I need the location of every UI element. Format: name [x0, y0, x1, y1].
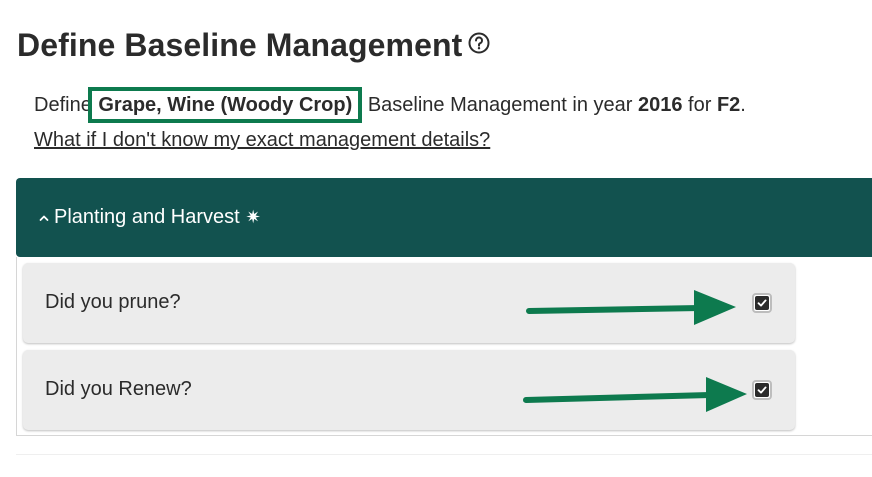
- page-title: Define Baseline Management: [17, 27, 463, 63]
- intro-for: for: [682, 94, 717, 116]
- intro-year: 2016: [638, 94, 683, 116]
- intro-text: Define Grape, Wine (Woody Crop) Baseline…: [34, 87, 746, 123]
- checkmark-icon: [755, 296, 769, 310]
- management-help-link[interactable]: What if I don't know my exact management…: [34, 129, 490, 152]
- checkmark-icon: [755, 383, 769, 397]
- prune-checkbox[interactable]: [752, 293, 772, 313]
- intro-suffix: .: [740, 94, 746, 116]
- section-header-planting-harvest[interactable]: Planting and Harvest ✷: [16, 178, 872, 257]
- chevron-up-icon: [38, 212, 50, 224]
- divider: [16, 454, 872, 455]
- crop-name-highlight: Grape, Wine (Woody Crop): [88, 87, 363, 123]
- page: Define Baseline Management Define Grape,…: [0, 0, 872, 477]
- title-row: Define Baseline Management: [17, 27, 490, 64]
- star-icon: ✷: [245, 207, 261, 227]
- question-label: Did you prune?: [45, 291, 181, 313]
- question-label: Did you Renew?: [45, 378, 192, 400]
- section-label: Planting and Harvest: [54, 206, 240, 228]
- question-card-prune: Did you prune?: [23, 263, 795, 343]
- intro-middle: Baseline Management in year: [362, 94, 638, 116]
- help-circle-icon[interactable]: [468, 32, 490, 54]
- intro-field: F2: [716, 94, 741, 116]
- renew-checkbox[interactable]: [752, 380, 772, 400]
- question-card-renew: Did you Renew?: [23, 350, 795, 430]
